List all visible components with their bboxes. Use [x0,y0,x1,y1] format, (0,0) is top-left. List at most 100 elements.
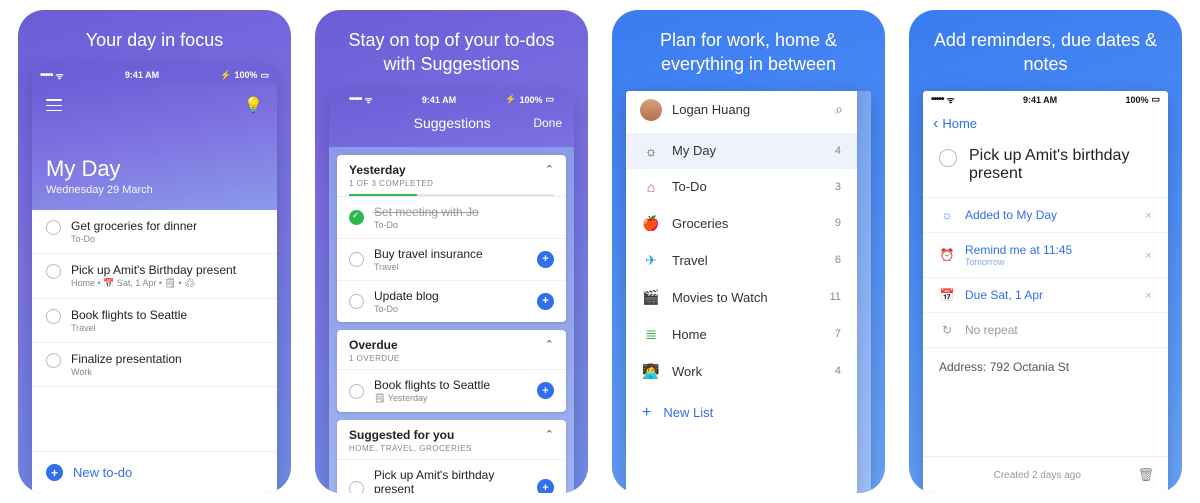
group-subtitle: 1 OVERDUE [349,354,400,363]
detail-row[interactable]: 📅Due Sat, 1 Apr× [923,278,1168,313]
task-checkbox[interactable] [349,481,364,493]
group-header[interactable]: Yesterday 1 OF 3 COMPLETED ⌃ [337,155,566,194]
new-list-button[interactable]: + New List [626,390,857,436]
detail-row[interactable]: ⏰Remind me at 11:45Tomorrow× [923,233,1168,278]
plus-icon: + [642,404,651,422]
list-label: Movies to Watch [672,290,818,305]
task-checkbox[interactable] [46,353,61,368]
task-meta: 🗒 Yesterday [374,393,527,404]
new-todo-label: New to-do [73,465,132,480]
new-todo-button[interactable]: + New to-do [32,451,277,493]
new-list-label: New List [663,405,713,420]
suggestions-icon[interactable]: 💡 [244,96,263,114]
phone-screen: •••••ᯤ 9:41 AM ⚡100%▭ 💡 My Day Wednesday… [32,66,277,493]
menu-icon[interactable] [46,99,62,111]
task-meta: Home • 📅 Sat, 1 Apr • 🗒 • ♻ [71,278,263,289]
page-date: Wednesday 29 March [46,184,263,196]
list-icon: ≣ [642,326,660,343]
task-meta: To-Do [374,220,554,230]
list-icon: 🍎 [642,215,660,232]
lists-sheet: Logan Huang ⌕ ☼My Day4⌂To-Do3🍎Groceries9… [626,91,857,493]
list-item[interactable]: 🍎Groceries9 [626,205,857,242]
suggestion-row[interactable]: Buy travel insurance Travel + [337,238,566,280]
task-row[interactable]: Finalize presentation Work [32,343,277,387]
row-text: Added to My Day [965,208,1135,222]
list-item[interactable]: 🎬 Movies to Watch 11 [626,279,857,316]
delete-icon[interactable]: 🗑 [1137,467,1154,483]
task-title: Pick up Amit's Birthday present [71,263,263,277]
headline: Plan for work, home & everything in betw… [612,10,885,91]
note-field[interactable]: Address: 792 Octania St [923,348,1168,456]
suggestion-group: Yesterday 1 OF 3 COMPLETED ⌃ Set meeting… [337,155,566,322]
clear-icon[interactable]: × [1145,248,1152,262]
back-button[interactable]: ‹ Home [923,109,1168,139]
add-to-day-button[interactable]: + [537,251,554,268]
clear-icon[interactable]: × [1145,208,1152,222]
list-icon: 🎬 [642,289,660,306]
battery-icon: ▭ [260,70,269,81]
detail-row[interactable]: ☼ Added to My Day × [923,198,1168,233]
plus-icon: + [46,464,63,481]
wifi-icon: ᯤ [947,93,955,106]
list-item[interactable]: ⌂To-Do3 [626,169,857,205]
add-to-day-button[interactable]: + [537,293,554,310]
suggestion-row[interactable]: Update blog To-Do + [337,280,566,322]
add-to-day-button[interactable]: + [537,382,554,399]
group-header[interactable]: Suggested for you HOME, TRAVEL, GROCERIE… [337,420,566,459]
user-header[interactable]: Logan Huang ⌕ [626,91,857,133]
group-subtitle: 1 OF 3 COMPLETED [349,179,433,188]
status-time: 9:41 AM [125,70,159,80]
signal-icon: ••••• [349,94,362,105]
clear-icon[interactable]: × [1145,288,1152,302]
status-bar: •••••ᯤ 9:41 AM ⚡100%▭ [341,91,562,109]
suggestions-body: Yesterday 1 OF 3 COMPLETED ⌃ Set meeting… [329,147,574,493]
task-row[interactable]: Get groceries for dinner To-Do [32,210,277,254]
suggestion-row[interactable]: Set meeting with Jo To-Do [337,196,566,238]
task-checkbox[interactable] [939,149,957,167]
task-checkbox[interactable] [46,264,61,279]
battery-icon: ▭ [1151,94,1160,105]
status-bar: •••••ᯤ 9:41 AM 100%▭ [923,91,1168,109]
list-count: 11 [830,291,841,303]
list-item[interactable]: ≣Home7 [626,316,857,353]
done-button[interactable]: Done [533,116,562,130]
task-checkbox[interactable] [349,294,364,309]
task-checkbox[interactable] [349,384,364,399]
row-text: Due Sat, 1 Apr [965,288,1135,302]
task-checkbox[interactable] [349,252,364,267]
row-text: No repeat [965,323,1152,337]
wifi-icon: ᯤ [365,93,373,106]
add-to-day-button[interactable]: + [537,479,554,493]
battery-label: 100% [234,70,257,80]
group-header[interactable]: Overdue 1 OVERDUE ⌃ [337,330,566,369]
detail-footer: Created 2 days ago 🗑 [923,456,1168,493]
row-icon: ☼ [939,208,955,222]
detail-rows: ☼Added to My Day×⏰Remind me at 11:45Tomo… [923,197,1168,348]
status-time: 9:41 AM [1023,95,1057,105]
list-icon: 👩‍💻 [642,363,660,380]
group-title: Yesterday [349,163,433,177]
detail-row[interactable]: ↻ No repeat [923,313,1168,348]
list-item[interactable]: ✈Travel6 [626,242,857,279]
status-time: 9:41 AM [422,95,456,105]
task-title: Buy travel insurance [374,247,527,261]
task-row[interactable]: Pick up Amit's Birthday present Home • 📅… [32,254,277,299]
group-title: Overdue [349,338,400,352]
created-label: Created 2 days ago [994,470,1081,481]
task-checkbox[interactable] [349,210,364,225]
search-icon[interactable]: ⌕ [835,101,843,118]
list-label: Home [672,327,823,342]
suggestion-row[interactable]: Book flights to Seattle 🗒 Yesterday + [337,369,566,412]
my-day-hero: 💡 My Day Wednesday 29 March [32,84,277,210]
row-icon: ↻ [939,323,955,337]
task-checkbox[interactable] [46,220,61,235]
list-item[interactable]: 👩‍💻Work4 [626,353,857,390]
task-meta: To-Do [374,304,527,314]
list-count: 9 [835,217,841,229]
task-header[interactable]: Pick up Amit's birthday present [923,139,1168,197]
promo-panel-2: Stay on top of your to-dos with Suggesti… [315,10,588,493]
task-checkbox[interactable] [46,309,61,324]
task-row[interactable]: Book flights to Seattle Travel [32,299,277,343]
list-item[interactable]: ☼My Day4 [626,133,857,169]
suggestion-row[interactable]: Pick up Amit's birthday present Home • 📅… [337,459,566,493]
